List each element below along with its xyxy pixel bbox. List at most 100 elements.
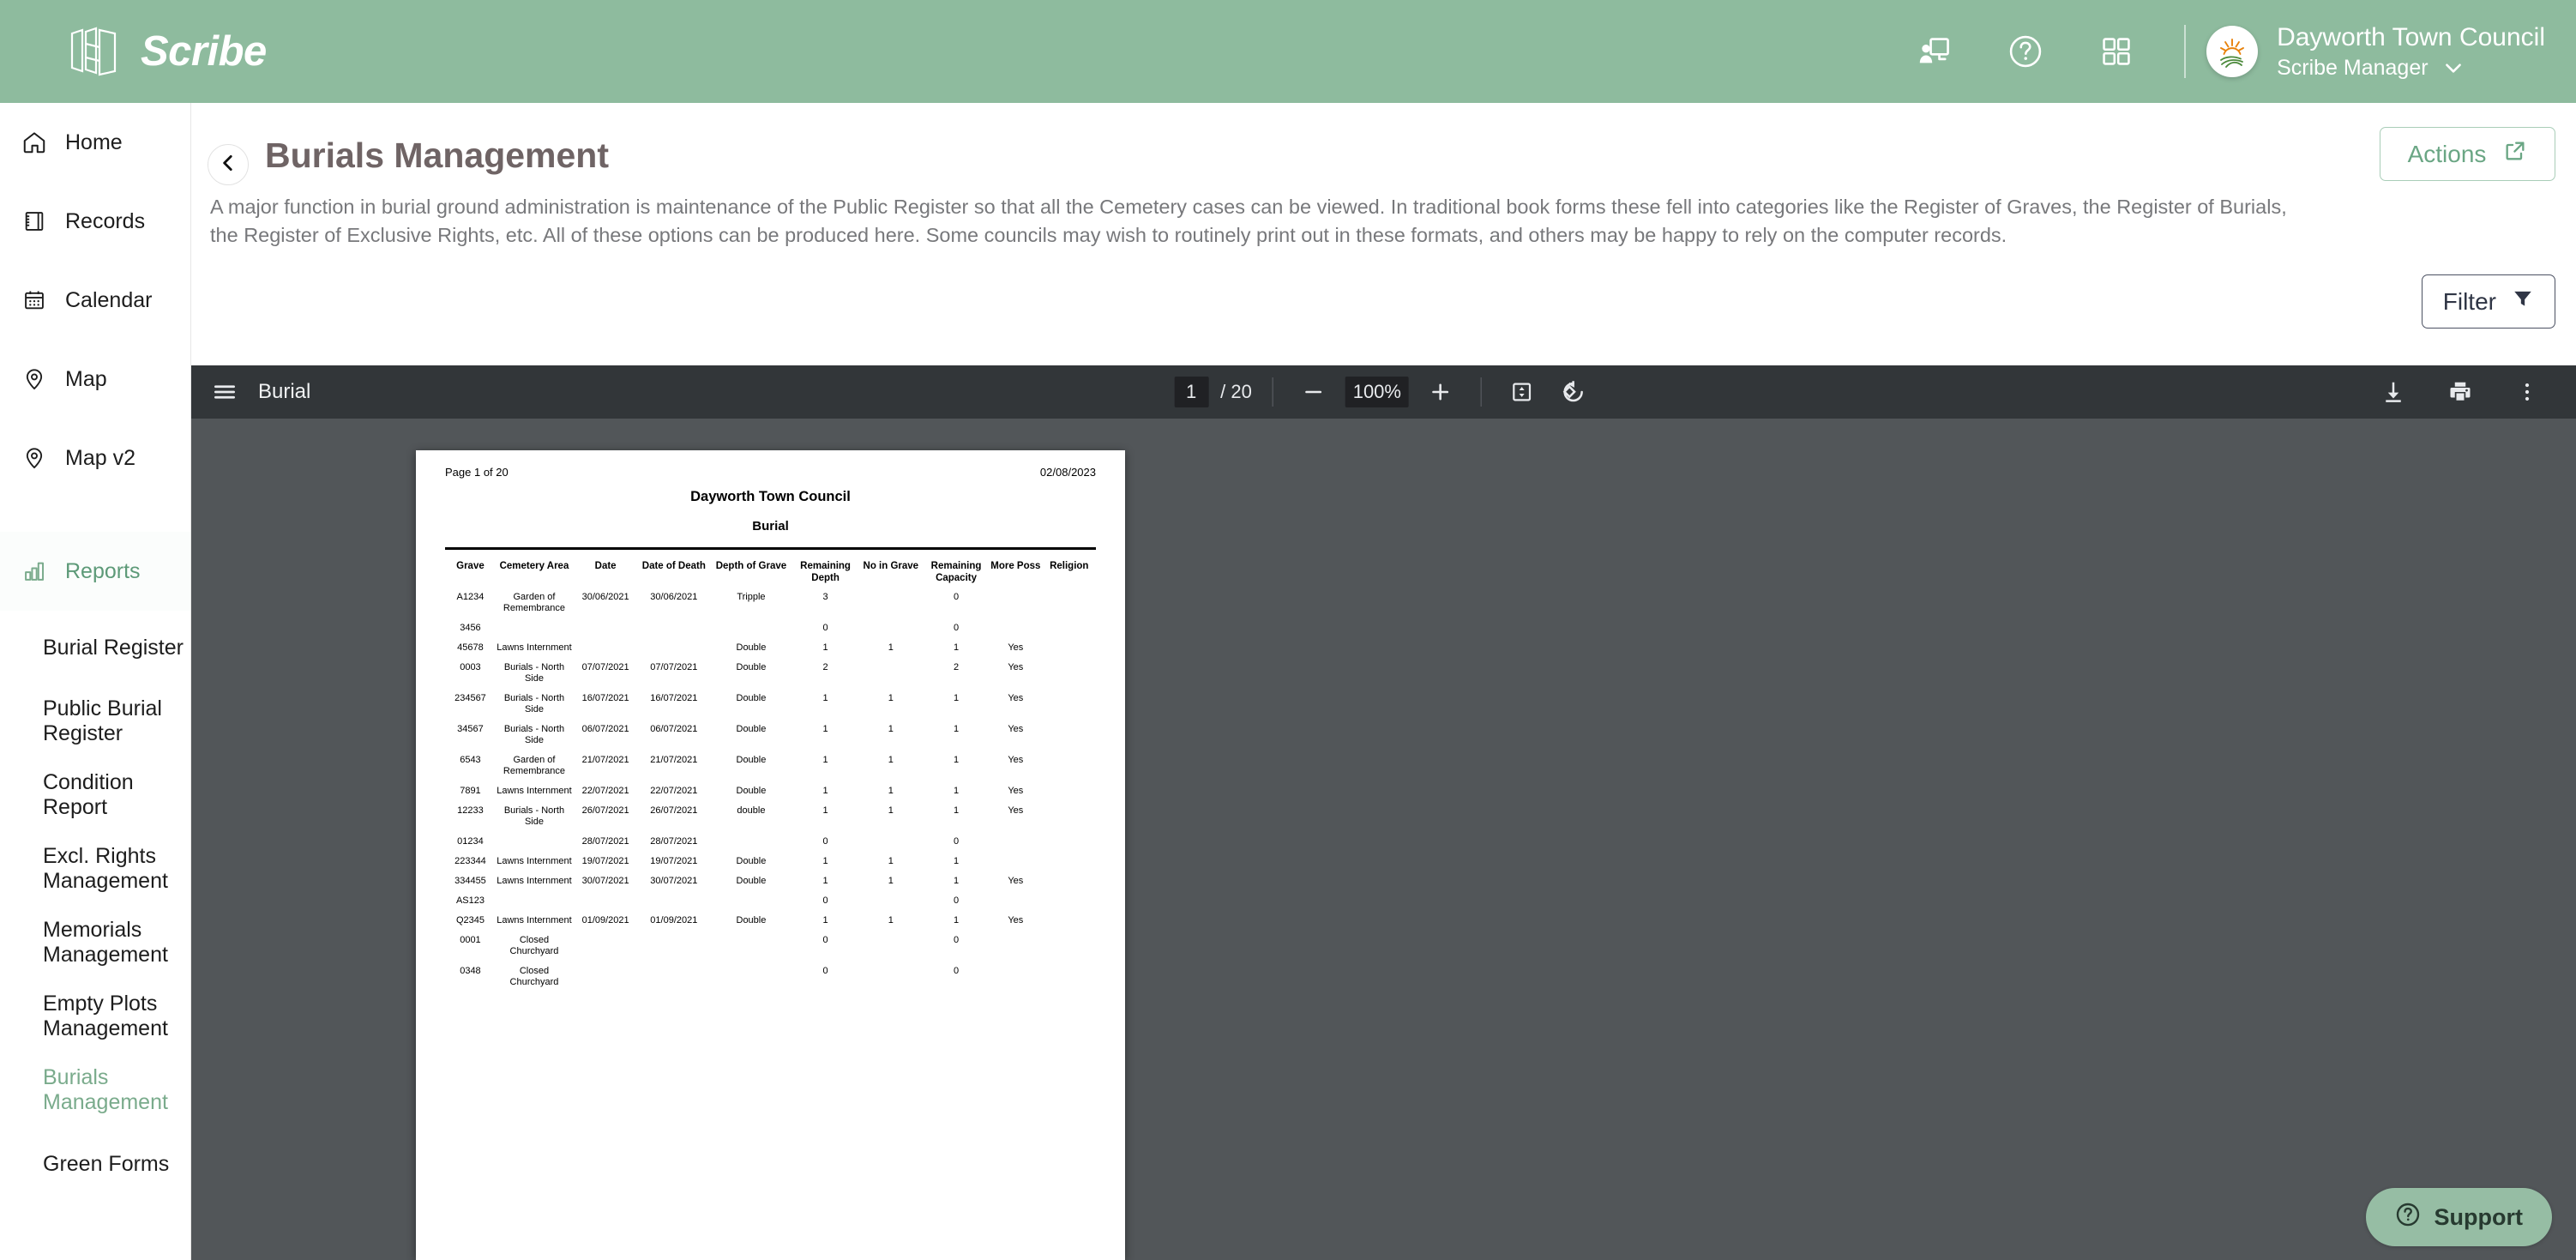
sidebar-item-reports[interactable]: Reports [0, 532, 190, 611]
column-header-grave: Grave [445, 557, 496, 588]
cell-more-poss: Yes [1008, 724, 1024, 734]
sidebar-item-condition-report[interactable]: Condition Report [0, 758, 190, 832]
pdf-page[interactable]: Page 1 of 20 02/08/2023 Dayworth Town Co… [416, 450, 1125, 1260]
bar-chart-icon [19, 556, 50, 587]
sidebar-item-label: Map [65, 366, 107, 391]
cell-remaining-depth: 0 [822, 895, 828, 906]
filter-button-label: Filter [2442, 287, 2496, 315]
cell-grave: 01234 [457, 836, 484, 847]
cell-grave: 7891 [460, 786, 481, 796]
cell-cemetery-area [496, 891, 573, 911]
column-header-more-poss: More Poss [989, 557, 1042, 588]
fit-to-page-icon[interactable] [1502, 372, 1542, 412]
cell-more-poss: Yes [1008, 786, 1024, 796]
more-vertical-icon[interactable] [2507, 372, 2547, 412]
avatar[interactable] [2206, 26, 2259, 77]
help-circle-icon[interactable] [1999, 25, 2052, 78]
rotate-counterclockwise-icon[interactable] [1554, 372, 1593, 412]
column-header-no-in-grave: No in Grave [858, 557, 924, 588]
cell-no-in-grave [858, 658, 924, 689]
sidebar-item-map-v2[interactable]: Map v2 [0, 419, 190, 497]
user-role: Scribe Manager [2277, 55, 2429, 80]
cell-grave: 0003 [460, 662, 481, 672]
column-header-line: Religion [1050, 561, 1089, 571]
cell-remaining-capacity: 1 [953, 693, 960, 703]
column-header-line: Depth [811, 573, 840, 583]
column-header-line: Cemetery Area [499, 561, 569, 571]
cell-religion [1043, 638, 1096, 658]
sidebar-item-excl-rights-management[interactable]: Excl. Rights Management [0, 832, 190, 906]
cell-no-in-grave [858, 588, 924, 618]
cell-date [573, 618, 638, 638]
column-header-line: Date [594, 561, 617, 571]
cell-grave: 0348 [460, 966, 481, 976]
sidebar-item-public-burial-register[interactable]: Public Burial Register [0, 684, 190, 758]
zoom-out-button[interactable] [1294, 372, 1333, 412]
top-header-bar: Scribe Dayworth Town Council Scribe Mana… [0, 0, 2576, 103]
cell-religion [1043, 931, 1096, 962]
chevron-down-icon[interactable] [2442, 57, 2465, 79]
cell-cemetery-area: Garden of Remembrance [503, 755, 566, 776]
pdf-page-meta: Page 1 of 20 02/08/2023 [445, 450, 1096, 479]
presentation-user-icon[interactable] [1908, 25, 1961, 78]
calendar-icon [19, 285, 50, 316]
cell-grave: 34567 [457, 724, 484, 734]
sidebar-item-memorials-management[interactable]: Memorials Management [0, 906, 190, 980]
sidebar-item-home[interactable]: Home [0, 103, 190, 182]
cell-remaining-capacity: 1 [953, 724, 960, 734]
external-link-icon [2503, 139, 2527, 169]
user-menu[interactable]: Dayworth Town Council Scribe Manager [2277, 21, 2545, 82]
cell-remaining-depth: 0 [822, 623, 828, 633]
cell-grave: A1234 [456, 592, 485, 602]
sidebar-item-calendar[interactable]: Calendar [0, 261, 190, 340]
column-header-line: Capacity [936, 573, 977, 583]
cell-depth-of-grave [709, 832, 792, 852]
column-header-line: More Poss [990, 561, 1041, 571]
cell-no-in-grave: 1 [888, 786, 894, 796]
table-row: 45678 Lawns Internment Double 1 1 1 Yes [445, 638, 1096, 658]
cell-date-of-death: 16/07/2021 [650, 693, 698, 703]
brand-logo[interactable]: Scribe [67, 25, 267, 78]
cell-remaining-depth: 0 [822, 836, 828, 847]
zoom-in-button[interactable] [1421, 372, 1460, 412]
table-row: Q2345 Lawns Internment 01/09/2021 01/09/202… [445, 911, 1096, 931]
page-number-input[interactable] [1174, 377, 1209, 407]
cell-depth-of-grave: Tripple [737, 592, 766, 602]
cell-cemetery-area: Closed Churchyard [509, 935, 559, 956]
actions-button[interactable]: Actions [2380, 127, 2555, 181]
cell-grave: 234567 [454, 693, 486, 703]
cell-cemetery-area: Burials - North Side [503, 805, 565, 827]
support-label: Support [2434, 1203, 2523, 1230]
cell-depth-of-grave [709, 931, 792, 962]
cell-remaining-depth: 1 [822, 805, 828, 816]
toolbar-divider [1480, 377, 1482, 407]
burial-table-body: A1234 Garden of Remembrance 30/06/2021 30/0… [445, 588, 1096, 992]
sidebar-item-empty-plots-management[interactable]: Empty Plots Management [0, 980, 190, 1053]
cell-remaining-capacity: 1 [953, 805, 960, 816]
filter-button[interactable]: Filter [2421, 274, 2555, 329]
cell-date-of-death: 21/07/2021 [650, 755, 698, 765]
sidebar-item-green-forms[interactable]: Green Forms [0, 1127, 190, 1201]
sidebar-item-burials-management[interactable]: Burials Management [0, 1053, 190, 1127]
cell-more-poss: Yes [1008, 642, 1024, 653]
support-button[interactable]: Support [2365, 1188, 2552, 1246]
page-total-label: / 20 [1220, 381, 1252, 402]
sidebar-item-map[interactable]: Map [0, 340, 190, 419]
table-row: 223344 Lawns Internment 19/07/2021 19/07/20… [445, 852, 1096, 871]
cell-no-in-grave: 1 [888, 876, 894, 886]
app-root: Scribe Dayworth Town Council Scribe Mana… [0, 0, 2576, 1260]
apps-grid-icon[interactable] [2090, 25, 2143, 78]
sidebar-item-burial-register[interactable]: Burial Register [0, 611, 190, 684]
cell-grave: 45678 [457, 642, 484, 653]
cell-more-poss [989, 618, 1042, 638]
cell-remaining-capacity: 1 [953, 876, 960, 886]
download-icon[interactable] [2374, 372, 2413, 412]
map-pin-icon [19, 443, 50, 473]
pdf-toolbar: Burial / 20 100% [191, 365, 2576, 419]
print-icon[interactable] [2441, 372, 2480, 412]
hamburger-menu-icon[interactable] [212, 379, 238, 405]
zoom-level-value[interactable]: 100% [1345, 377, 1409, 407]
cell-date-of-death [638, 618, 709, 638]
sidebar-item-records[interactable]: Records [0, 182, 190, 261]
cell-religion [1043, 689, 1096, 720]
